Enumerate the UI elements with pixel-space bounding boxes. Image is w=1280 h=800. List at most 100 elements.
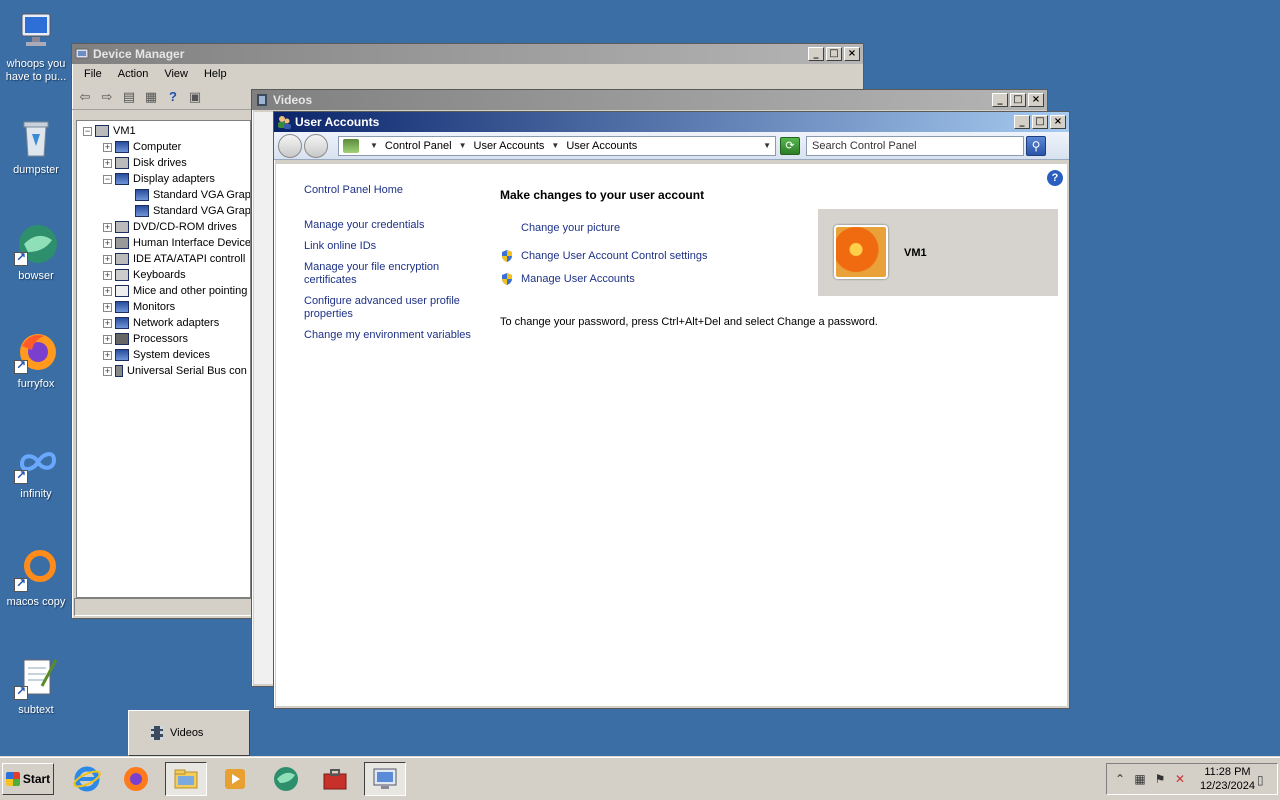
show-desktop-icon[interactable]: ▯ xyxy=(1257,773,1271,789)
desktop-icon-macos-copy[interactable]: macos copy xyxy=(2,548,70,609)
chevron-down-icon[interactable]: ▼ xyxy=(370,141,378,150)
maximize-button[interactable]: □ xyxy=(826,47,842,61)
expand-icon[interactable]: + xyxy=(103,158,112,168)
control-panel-home-link[interactable]: Control Panel Home xyxy=(304,184,476,197)
taskbar-toolbox[interactable] xyxy=(314,762,356,796)
tree-item[interactable]: + IDE ATA/ATAPI controll xyxy=(77,251,250,267)
help-icon[interactable]: ? xyxy=(164,88,182,106)
close-button[interactable]: × xyxy=(844,47,860,61)
maximize-button[interactable]: □ xyxy=(1010,93,1026,107)
expand-icon[interactable]: + xyxy=(103,302,112,312)
minimize-button[interactable]: _ xyxy=(1014,115,1030,129)
desktop-icon-bowser[interactable]: bowser xyxy=(2,222,70,283)
expand-icon[interactable]: + xyxy=(103,318,112,328)
expand-icon[interactable]: + xyxy=(103,286,112,296)
chevron-up-icon[interactable]: ⌃ xyxy=(1113,772,1127,786)
menu-file[interactable]: File xyxy=(76,68,110,80)
address-bar[interactable]: ▼ Control Panel ▼ User Accounts ▼ User A… xyxy=(338,135,776,156)
taskbar-internet-explorer[interactable] xyxy=(66,762,108,796)
clock[interactable]: 11:28 PM 12/23/2024 xyxy=(1200,765,1255,793)
minimize-button[interactable]: _ xyxy=(992,93,1008,107)
expand-icon[interactable]: + xyxy=(103,366,112,376)
tree-item[interactable]: Standard VGA Grap xyxy=(77,187,250,203)
expand-icon[interactable]: + xyxy=(103,142,112,152)
taskbar-bowser[interactable] xyxy=(265,762,307,796)
file-encryption-link[interactable]: Manage your file encryption certificates xyxy=(304,261,476,287)
advanced-profile-link[interactable]: Configure advanced user profile properti… xyxy=(304,295,476,321)
tree-item[interactable]: + Processors xyxy=(77,331,250,347)
menu-view[interactable]: View xyxy=(156,68,196,80)
tree-item[interactable]: + Mice and other pointing xyxy=(77,283,250,299)
forward-button[interactable] xyxy=(304,133,328,158)
close-button[interactable]: × xyxy=(1050,115,1066,129)
taskbar-control-panel[interactable] xyxy=(364,762,406,796)
breadcrumb-control-panel[interactable]: Control Panel xyxy=(385,140,452,152)
desktop-icon-dumpster[interactable]: dumpster xyxy=(2,116,70,177)
maximize-button[interactable]: □ xyxy=(1032,115,1048,129)
refresh-button[interactable]: ⟳ xyxy=(780,136,800,155)
change-picture-task[interactable]: Change your picture xyxy=(521,222,620,235)
expand-icon[interactable]: + xyxy=(103,270,112,280)
menu-help[interactable]: Help xyxy=(196,68,235,80)
expand-icon[interactable]: + xyxy=(103,350,112,360)
close-button[interactable]: × xyxy=(1028,93,1044,107)
tree-item[interactable]: + Disk drives xyxy=(77,155,250,171)
tree-root[interactable]: − VM1 xyxy=(77,123,250,139)
back-arrow-icon[interactable]: ⇦ xyxy=(76,88,94,106)
breadcrumb-user-accounts[interactable]: User Accounts xyxy=(474,140,545,152)
tree-item[interactable]: + DVD/CD-ROM drives xyxy=(77,219,250,235)
taskbar-firefox[interactable] xyxy=(115,762,157,796)
properties-icon[interactable]: ▤ xyxy=(120,88,138,106)
link-online-ids-link[interactable]: Link online IDs xyxy=(304,240,476,253)
taskbar-thumbnail-videos[interactable]: Videos xyxy=(128,710,250,756)
volume-muted-icon[interactable]: ✕ xyxy=(1173,772,1187,786)
videos-titlebar[interactable]: Videos _ □ × xyxy=(252,90,1047,110)
manage-user-accounts-task[interactable]: Manage User Accounts xyxy=(500,272,635,286)
tree-item[interactable]: + Keyboards xyxy=(77,267,250,283)
environment-variables-link[interactable]: Change my environment variables xyxy=(304,329,476,342)
collapse-icon[interactable]: − xyxy=(103,174,112,184)
expand-icon[interactable]: + xyxy=(103,238,112,248)
tree-item[interactable]: + Computer xyxy=(77,139,250,155)
expand-icon[interactable]: + xyxy=(103,254,112,264)
network-icon[interactable]: ▦ xyxy=(1133,772,1147,786)
minimize-button[interactable]: _ xyxy=(808,47,824,61)
address-dropdown-icon[interactable]: ▼ xyxy=(763,141,771,150)
manage-credentials-link[interactable]: Manage your credentials xyxy=(304,219,476,232)
user-accounts-window[interactable]: User Accounts _ □ × ▼ Control Panel ▼ Us… xyxy=(273,111,1070,709)
desktop-icon-whoops[interactable]: whoops you have to pu... xyxy=(2,10,70,84)
flag-icon[interactable]: ⚑ xyxy=(1153,772,1167,786)
device-manager-titlebar[interactable]: Device Manager _ □ × xyxy=(72,44,863,64)
desktop-icon-subtext[interactable]: subtext xyxy=(2,656,70,717)
menu-action[interactable]: Action xyxy=(110,68,157,80)
breadcrumb-user-accounts-current[interactable]: User Accounts xyxy=(566,140,637,152)
expand-icon[interactable]: + xyxy=(103,334,112,344)
tree-item[interactable]: + Universal Serial Bus con xyxy=(77,363,250,379)
tree-item[interactable]: Standard VGA Grap xyxy=(77,203,250,219)
desktop-icon-infinity[interactable]: infinity xyxy=(2,440,70,501)
user-accounts-titlebar[interactable]: User Accounts _ □ × xyxy=(274,112,1069,132)
taskbar-file-explorer[interactable] xyxy=(165,762,207,796)
search-input[interactable]: Search Control Panel xyxy=(806,135,1024,156)
scan-icon[interactable]: ▣ xyxy=(186,88,204,106)
tree-item[interactable]: − Display adapters xyxy=(77,171,250,187)
expand-icon[interactable]: + xyxy=(103,222,112,232)
tree-item[interactable]: + Network adapters xyxy=(77,315,250,331)
desktop-icon-furryfox[interactable]: furryfox xyxy=(2,330,70,391)
tree-item[interactable]: + Human Interface Device xyxy=(77,235,250,251)
back-button[interactable] xyxy=(278,133,302,158)
forward-arrow-icon[interactable]: ⇨ xyxy=(98,88,116,106)
list-icon[interactable]: ▦ xyxy=(142,88,160,106)
tree-item[interactable]: + System devices xyxy=(77,347,250,363)
user-picture-flower-icon[interactable] xyxy=(834,225,888,279)
help-icon[interactable]: ? xyxy=(1047,170,1063,186)
chevron-down-icon[interactable]: ▼ xyxy=(459,141,467,150)
chevron-down-icon[interactable]: ▼ xyxy=(551,141,559,150)
device-tree[interactable]: − VM1 + Computer + Disk drives − Display ad… xyxy=(76,120,251,598)
taskbar-media-player[interactable] xyxy=(214,762,256,796)
uac-settings-task[interactable]: Change User Account Control settings xyxy=(500,249,708,263)
start-button[interactable]: Start xyxy=(2,763,54,795)
search-icon[interactable]: ⚲ xyxy=(1026,135,1046,156)
tree-item[interactable]: + Monitors xyxy=(77,299,250,315)
collapse-icon[interactable]: − xyxy=(83,126,92,136)
